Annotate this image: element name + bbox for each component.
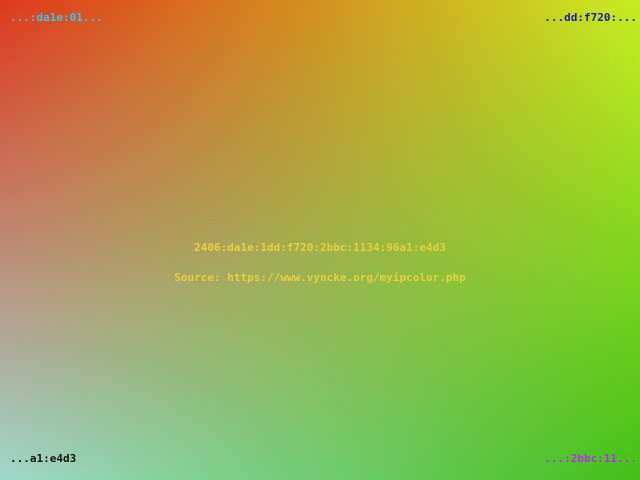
gradient-canvas bbox=[0, 0, 640, 480]
ip-fragment-bottom-right: ...:2bbc:11... bbox=[544, 452, 637, 465]
full-ip-address: 2406:da1e:1dd:f720:2bbc:1134:96a1:e4d3 bbox=[194, 241, 446, 254]
gradient-background bbox=[0, 0, 640, 480]
ip-fragment-top-left: ...:da1e:01... bbox=[10, 11, 103, 24]
source-url-text: Source: https://www.vyncke.org/myipcolor… bbox=[174, 271, 466, 284]
gradient-bottom-layer bbox=[0, 0, 640, 480]
ip-fragment-top-right: ...dd:f720:... bbox=[544, 11, 637, 24]
ip-fragment-bottom-left: ...a1:e4d3 bbox=[10, 452, 77, 465]
